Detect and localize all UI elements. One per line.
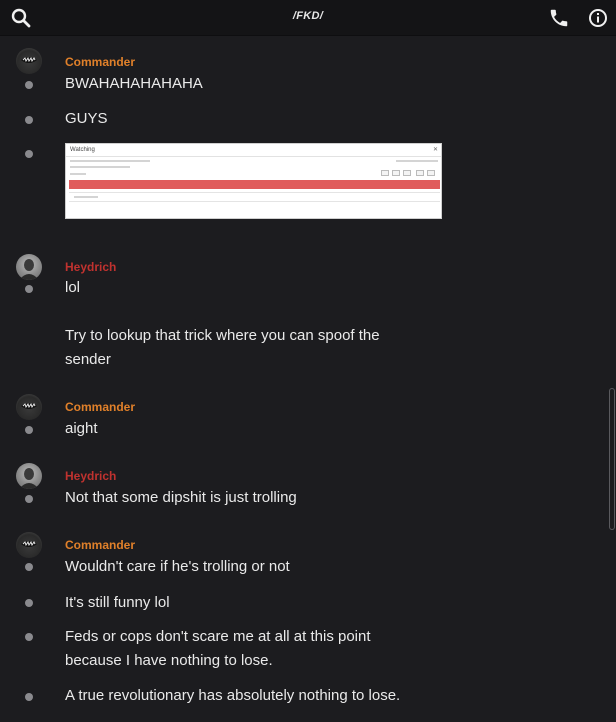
attachment-text-line <box>70 173 86 175</box>
message-bullet <box>25 495 33 503</box>
top-bar: /FKD/ <box>0 0 616 36</box>
message-text: Not that some dipshit is just trolling <box>65 489 297 506</box>
attachment-button <box>392 170 400 176</box>
attachment-alert-bar <box>69 180 440 189</box>
screenshot-attachment[interactable]: Watching ✕ <box>65 143 442 219</box>
message-bullet <box>25 116 33 124</box>
attachment-button <box>381 170 389 176</box>
message-text: Feds or cops don't scare me at all at th… <box>65 628 371 669</box>
message-bullet <box>25 150 33 158</box>
scrollbar-thumb[interactable] <box>609 388 615 530</box>
message-text: BWAHAHAHAHAHA <box>65 75 203 92</box>
message-text: A true revolutionary has absolutely noth… <box>65 687 401 704</box>
attachment-button <box>427 170 435 176</box>
avatar-heydrich[interactable] <box>16 463 42 489</box>
message-bullet <box>25 599 33 607</box>
attachment-button <box>403 170 411 176</box>
author-name[interactable]: Commander <box>65 55 135 69</box>
phone-icon[interactable] <box>548 7 570 29</box>
attachment-divider <box>69 201 440 202</box>
channel-title: /FKD/ <box>292 10 324 22</box>
attachment-title: Watching <box>70 147 95 153</box>
message-text: lol <box>65 279 81 296</box>
attachment-text-line <box>70 160 150 162</box>
message-bullet <box>25 563 33 571</box>
author-name[interactable]: Commander <box>65 400 135 414</box>
message-text: Wouldn't care if he's trolling or not <box>65 558 290 575</box>
message-text: It's still funny lol <box>65 594 170 611</box>
attachment-divider <box>66 156 441 157</box>
attachment-text-line <box>70 166 130 168</box>
author-name[interactable]: Heydrich <box>65 260 116 274</box>
message-text: GUYS <box>65 110 108 127</box>
close-icon: ✕ <box>432 147 438 153</box>
message-text: aight <box>65 420 98 437</box>
message-bullet <box>25 81 33 89</box>
message-text: Try to lookup that trick where you can s… <box>65 327 380 368</box>
avatar-commander[interactable] <box>16 394 42 420</box>
avatar-commander[interactable] <box>16 48 42 74</box>
attachment-button <box>416 170 424 176</box>
attachment-divider <box>69 192 440 193</box>
info-icon[interactable] <box>587 7 609 29</box>
author-name[interactable]: Heydrich <box>65 469 116 483</box>
author-name[interactable]: Commander <box>65 538 135 552</box>
avatar-commander[interactable] <box>16 532 42 558</box>
message-bullet <box>25 426 33 434</box>
message-bullet <box>25 285 33 293</box>
attachment-text-line <box>396 160 438 162</box>
message-bullet <box>25 693 33 701</box>
message-bullet <box>25 633 33 641</box>
attachment-text-line <box>74 196 98 198</box>
avatar-heydrich[interactable] <box>16 254 42 280</box>
